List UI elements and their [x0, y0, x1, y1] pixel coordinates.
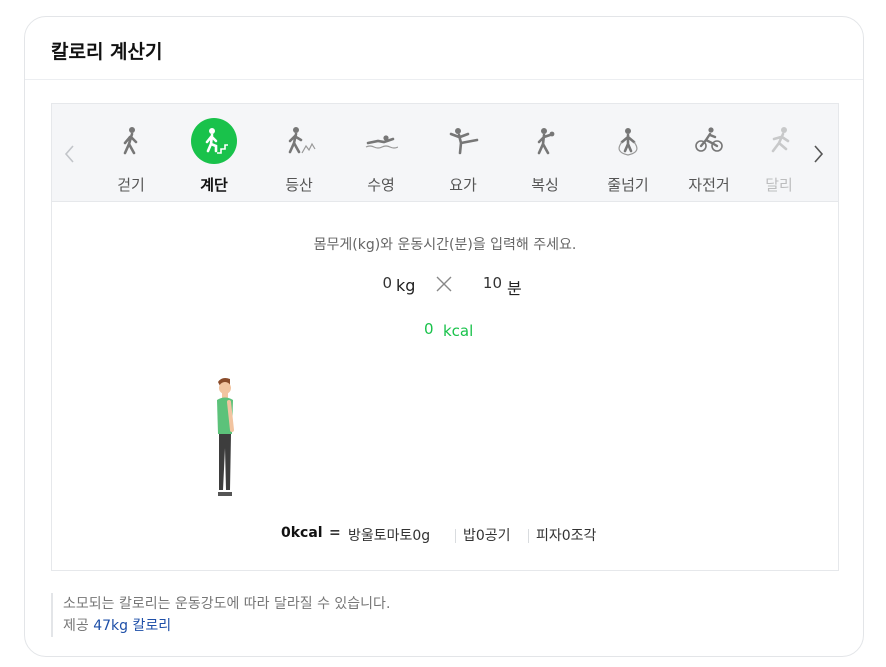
multiply-icon [436, 276, 452, 292]
tab-label: 자전거 [688, 176, 730, 194]
tab-label: 요가 [449, 176, 477, 194]
title-divider [25, 79, 863, 80]
equiv-separator [528, 529, 529, 543]
person-illustration [217, 378, 234, 496]
tab-swimming[interactable]: 수영 [346, 118, 416, 198]
tab-hiking[interactable]: 등산 [264, 118, 334, 198]
stairs-icon [191, 118, 237, 164]
input-row: 0 kg 10 분 [52, 274, 838, 300]
running-icon [762, 118, 796, 164]
tab-label: 줄넘기 [607, 176, 649, 194]
time-unit: 분 [507, 279, 522, 298]
tab-running[interactable]: 달리 [762, 118, 796, 198]
weight-unit: kg [396, 276, 416, 295]
calorie-calculator-card: 칼로리 계산기 걷기 계단 등산 수영 요가 복싱 줄넘기 자전거 달리 몸무게… [24, 16, 864, 657]
hiking-icon [276, 118, 322, 164]
note-text: 소모되는 칼로리는 운동강도에 따라 달라질 수 있습니다. [63, 596, 391, 612]
source-prefix: 제공 [63, 618, 89, 634]
tab-yoga[interactable]: 요가 [428, 118, 498, 198]
boxing-icon [522, 118, 568, 164]
tab-boxing[interactable]: 복싱 [510, 118, 580, 198]
result-unit: kcal [443, 322, 474, 340]
prev-arrow-button[interactable] [62, 142, 78, 166]
tab-jump-rope[interactable]: 줄넘기 [593, 118, 663, 198]
equiv-item-pizza: 피자0조각 [536, 528, 597, 544]
equiv-item-tomato: 방울토마토0g [348, 528, 431, 544]
next-arrow-button[interactable] [810, 142, 826, 166]
equiv-separator [455, 529, 456, 543]
equiv-kcal: 0kcal [281, 525, 323, 541]
cycling-icon [686, 118, 732, 164]
weight-input[interactable]: 0 [378, 274, 392, 292]
yoga-icon [440, 118, 486, 164]
walking-icon [108, 118, 154, 164]
jump-rope-icon [605, 118, 651, 164]
result-value: 0 [424, 320, 434, 338]
equiv-item-rice: 밥0공기 [463, 528, 511, 544]
calorie-equivalents: 0kcal = 방울토마토0g 밥0공기 피자0조각 [52, 525, 838, 547]
card-title: 칼로리 계산기 [51, 41, 163, 63]
tab-cycling[interactable]: 자전거 [674, 118, 744, 198]
source-line: 제공 47kg 칼로리 [63, 615, 390, 637]
chevron-right-icon [814, 145, 824, 163]
source-link[interactable]: 47kg 칼로리 [93, 618, 171, 634]
tab-walking[interactable]: 걷기 [96, 118, 166, 198]
footer-note: 소모되는 칼로리는 운동강도에 따라 달라질 수 있습니다. 제공 47kg 칼… [51, 593, 390, 637]
tab-label: 등산 [285, 176, 313, 194]
tab-label: 걷기 [117, 176, 145, 194]
result-row: 0 kcal [52, 320, 838, 342]
chevron-left-icon [64, 145, 74, 163]
calculator-box: 걷기 계단 등산 수영 요가 복싱 줄넘기 자전거 달리 몸무게(kg)와 운동… [51, 103, 839, 571]
tab-label: 복싱 [531, 176, 559, 194]
tab-label: 계단 [200, 176, 228, 194]
time-input[interactable]: 10 [476, 274, 502, 292]
tab-stairs[interactable]: 계단 [179, 118, 249, 198]
instruction-text: 몸무게(kg)와 운동시간(분)을 입력해 주세요. [313, 237, 577, 253]
swimming-icon [358, 118, 404, 164]
exercise-tabbar: 걷기 계단 등산 수영 요가 복싱 줄넘기 자전거 달리 [52, 104, 838, 202]
equiv-equals: = [329, 525, 341, 541]
tab-label: 달리 [765, 176, 793, 194]
tab-label: 수영 [367, 176, 395, 194]
